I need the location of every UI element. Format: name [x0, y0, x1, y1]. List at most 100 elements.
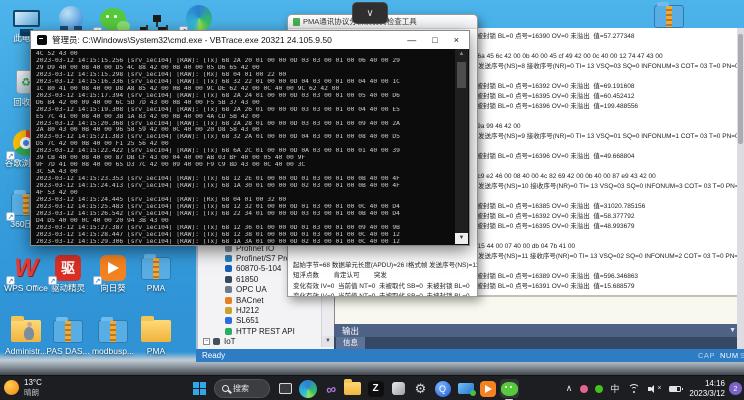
cmd-line: 2023-03-12 14:15:24.413 [srv_iec104] [RA…	[36, 183, 400, 190]
weather-condition: 晴朗	[24, 387, 39, 397]
cmd-line: 2023-03-12 14:15:24.445 [srv_iec104] [RA…	[36, 197, 287, 204]
ime-indicator[interactable]: 中	[610, 382, 619, 395]
cmd-line: 29 D9 40 00 08 40 00 D5 4C 88 42 00 0B 4…	[36, 64, 260, 71]
sunflower-remote-icon	[100, 255, 126, 281]
tree-item[interactable]: − SL651	[198, 316, 320, 326]
chevron-down-icon: ∨	[366, 7, 374, 19]
scrollbar-down-icon[interactable]: ▼	[322, 336, 334, 347]
taskbar-sunflower[interactable]	[478, 379, 497, 398]
desktop-icon-label: PMA	[146, 283, 166, 293]
cmd-line: 3C 5A 43 00	[36, 169, 78, 176]
task-view-button[interactable]	[276, 379, 296, 398]
desktop-icon-sunflower[interactable]: ↗ 向日葵	[90, 252, 136, 294]
tree-item[interactable]: − HTTP REST API	[198, 326, 320, 336]
desktop-icon-wps[interactable]: W ↗ WPS Office	[3, 252, 49, 294]
folder-icon	[344, 379, 361, 395]
taskbar-weather-widget[interactable]: 13°C 晴朗	[4, 378, 42, 397]
zip-archive-icon	[53, 316, 83, 343]
taskbar-wechat[interactable]	[500, 379, 519, 398]
protocol-icon	[225, 296, 232, 304]
cmd-line: 4C 52 43 00	[36, 51, 78, 57]
taskbar-quark[interactable]: Q	[433, 379, 452, 398]
tree-item[interactable]: − HJ212	[198, 305, 320, 315]
desktop-icon-label: WPS Office	[4, 283, 48, 293]
cmd-line: D5 7C 42 00 0B 40 00 F1 25 56 42 00	[36, 141, 169, 148]
cmd-line: 2023-03-12 14:15:22.422 [srv_iec104] [RA…	[36, 148, 400, 155]
taskbar-visual-studio[interactable]: ∞	[321, 379, 340, 398]
shortcut-arrow-icon: ↗	[6, 276, 15, 285]
output-panel-header[interactable]: 输出 ▼	[334, 324, 744, 337]
system-tray: ∧ 中 × 14:16 2023/3/12 2	[566, 376, 744, 400]
output-panel-title: 输出	[342, 325, 360, 336]
taskbar-settings[interactable]: ⚙	[411, 379, 430, 398]
desktop-icon-pasdas-zip[interactable]: PAS DAS...	[45, 315, 91, 357]
scrollbar-down-icon[interactable]: ▼	[455, 233, 468, 244]
cmd-line: 2023-03-12 14:15:28.447 [srv_iec104] [RA…	[36, 231, 400, 238]
capcut-icon: Z	[367, 380, 384, 397]
battery-icon[interactable]	[669, 385, 684, 392]
notification-badge[interactable]: 2	[729, 382, 742, 395]
task-view-icon	[279, 380, 296, 394]
desktop: 此电脑 ↗ ↗ ♻ 回收站 ↗ 谷歌浏览器 ↗ 360压缩 W ↗ WPS Of…	[0, 0, 744, 400]
zip-archive-icon	[654, 1, 684, 28]
desktop-icon-modbus-zip[interactable]: modbusp...	[90, 315, 136, 357]
cube-3d-icon	[392, 382, 405, 395]
tree-item-label: OPC UA	[236, 285, 267, 295]
maximize-button[interactable]: □	[432, 35, 437, 45]
tray-app-icon[interactable]	[580, 384, 589, 393]
taskbar-edge[interactable]	[298, 379, 317, 398]
wifi-icon[interactable]	[627, 383, 640, 394]
cmd-icon	[37, 35, 47, 45]
desktop-icon-pma-zip[interactable]: PMA	[133, 252, 179, 294]
cmd-line: 2023-03-12 14:15:20.368 [srv_iec104] [RA…	[36, 120, 400, 127]
taskbar-pc-manager[interactable]	[456, 379, 476, 398]
shortcut-arrow-icon: ↗	[6, 151, 15, 160]
analysis-line: 变化有效 IV=0 当前值 NT=0 未被取代 SB=0 未被封锁 BL=0	[293, 282, 470, 290]
taskbar-capcut[interactable]: Z	[366, 379, 385, 398]
tab-info[interactable]: 信息	[336, 337, 365, 349]
taskbar-3d-viewer[interactable]	[389, 379, 408, 398]
cmd-line: 2023-03-12 14:15:27.387 [srv_iec104] [RA…	[36, 224, 400, 231]
cmd-scrollbar[interactable]: ▲ ▼	[455, 49, 468, 244]
shortcut-arrow-icon: ↗	[48, 276, 57, 285]
tray-wechat-icon[interactable]	[595, 384, 604, 393]
analysis-line: 短浮点数 肯定认可 突发	[293, 272, 387, 280]
collapse-icon[interactable]: −	[203, 338, 210, 346]
cmd-output[interactable]: 4C 52 43 00 2023-03-12 14:15:15.256 [srv_…	[32, 49, 455, 244]
tray-chevron-up-icon[interactable]: ∧	[566, 383, 573, 394]
chevron-down-icon[interactable]: ▼	[729, 327, 736, 334]
edge-icon	[186, 5, 212, 31]
connection-bar-pill[interactable]: ∨	[352, 2, 388, 24]
cmd-line: 2023-03-12 14:15:15.256 [srv_iec104] [RA…	[36, 57, 400, 64]
close-button[interactable]: ×	[454, 35, 459, 45]
minimize-button[interactable]: —	[407, 35, 416, 45]
taskbar-file-explorer[interactable]	[343, 379, 362, 398]
tray-date: 2023/3/12	[689, 388, 725, 398]
volume-muted-icon[interactable]: ×	[648, 384, 661, 394]
desktop-icon-label: modbusp...	[91, 346, 135, 356]
desktop-icon-label: 向日葵	[100, 283, 126, 293]
document-scrollbar[interactable]	[737, 28, 744, 349]
status-scrl: SCRL	[740, 351, 744, 360]
cmd-line: E5 7C 41 00 08 40 00 3B 1A 83 42 00 0B 4…	[36, 113, 260, 120]
desktop-icon-label: 驱动精灵	[50, 283, 85, 293]
desktop-icon-driver[interactable]: 驱 ↗ 驱动精灵	[45, 252, 91, 294]
tree-item-label: HTTP REST API	[236, 326, 295, 336]
sunflower-remote-icon	[479, 380, 496, 397]
desktop-icon-admin-folder[interactable]: Administr...	[3, 315, 49, 357]
protocol-icon	[213, 338, 220, 346]
desktop-icon-pma-folder[interactable]: PMA	[133, 315, 179, 357]
scrollbar-thumb[interactable]	[457, 62, 466, 88]
protocol-icon	[225, 275, 232, 283]
taskbar-clock[interactable]: 14:16 2023/3/12	[689, 379, 725, 399]
taskbar-search[interactable]: 搜索	[214, 379, 270, 398]
cmd-line: D4 D5 40 00 0C 40 00 20 94 3B 43 00	[36, 217, 169, 224]
person-icon	[24, 322, 34, 340]
weather-temperature: 13°C	[24, 378, 42, 387]
cmd-titlebar[interactable]: 管理员: C:\Windows\System32\cmd.exe - VBTra…	[31, 31, 469, 49]
start-button[interactable]	[190, 379, 209, 398]
wechat-icon	[100, 8, 130, 32]
tree-item[interactable]: − IoT	[198, 337, 320, 347]
zip-archive-icon	[141, 253, 171, 280]
scrollbar-up-icon[interactable]: ▲	[455, 49, 468, 60]
